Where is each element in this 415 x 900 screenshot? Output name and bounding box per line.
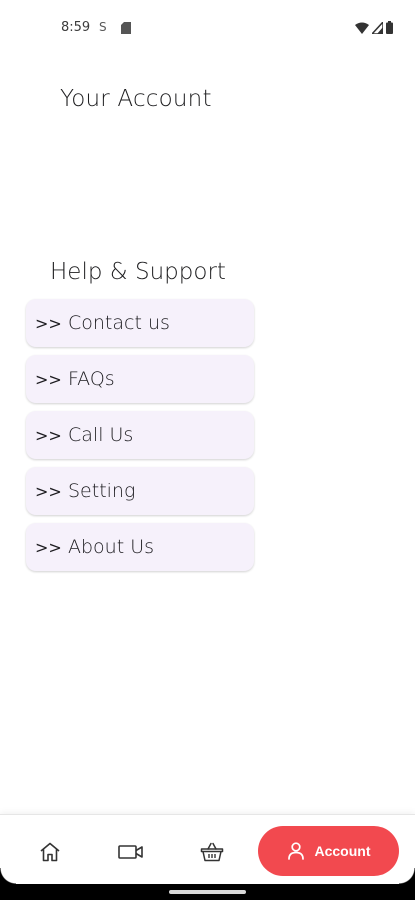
nav-account-label: Account: [314, 843, 371, 859]
basket-icon: [200, 842, 224, 862]
signal-icon: [372, 21, 383, 34]
help-support-heading: Help & Support: [50, 259, 226, 285]
help-menu-list: >> Contact us >> FAQs >> Call Us >> Sett…: [26, 299, 254, 579]
menu-item-label: FAQs: [68, 368, 115, 390]
menu-item-label: About Us: [68, 536, 155, 558]
menu-item-faqs[interactable]: >> FAQs: [26, 355, 254, 403]
status-bar: 8:59 S: [0, 0, 415, 56]
nav-home-button[interactable]: [37, 839, 63, 865]
menu-item-label: Contact us: [68, 312, 170, 334]
gesture-handle[interactable]: [169, 890, 246, 894]
bottom-navigation: Account: [0, 814, 415, 884]
menu-item-contact-us[interactable]: >> Contact us: [26, 299, 254, 347]
person-icon: [287, 842, 304, 860]
menu-arrow: >>: [35, 425, 62, 445]
video-icon: [118, 845, 143, 859]
home-icon: [40, 842, 60, 862]
menu-item-label: Call Us: [68, 424, 134, 446]
nav-video-button[interactable]: [118, 839, 144, 865]
menu-item-label: Setting: [68, 480, 136, 502]
battery-icon: [386, 21, 393, 34]
screen-corner: [399, 868, 415, 884]
menu-item-setting[interactable]: >> Setting: [26, 467, 254, 515]
gesture-navigation-area: [0, 884, 415, 900]
menu-arrow: >>: [35, 369, 62, 389]
page-title: Your Account: [60, 86, 212, 112]
nav-basket-button[interactable]: [199, 839, 225, 865]
menu-arrow: >>: [35, 537, 62, 557]
menu-arrow: >>: [35, 313, 62, 333]
status-icons: [355, 21, 393, 34]
menu-item-about-us[interactable]: >> About Us: [26, 523, 254, 571]
status-time: 8:59: [61, 20, 91, 35]
nav-account-button[interactable]: Account: [258, 826, 399, 876]
wifi-icon: [355, 22, 369, 34]
menu-item-call-us[interactable]: >> Call Us: [26, 411, 254, 459]
menu-arrow: >>: [35, 481, 62, 501]
screen-corner: [0, 868, 16, 884]
sd-card-icon: [121, 22, 131, 34]
status-s-icon: S: [99, 20, 107, 34]
